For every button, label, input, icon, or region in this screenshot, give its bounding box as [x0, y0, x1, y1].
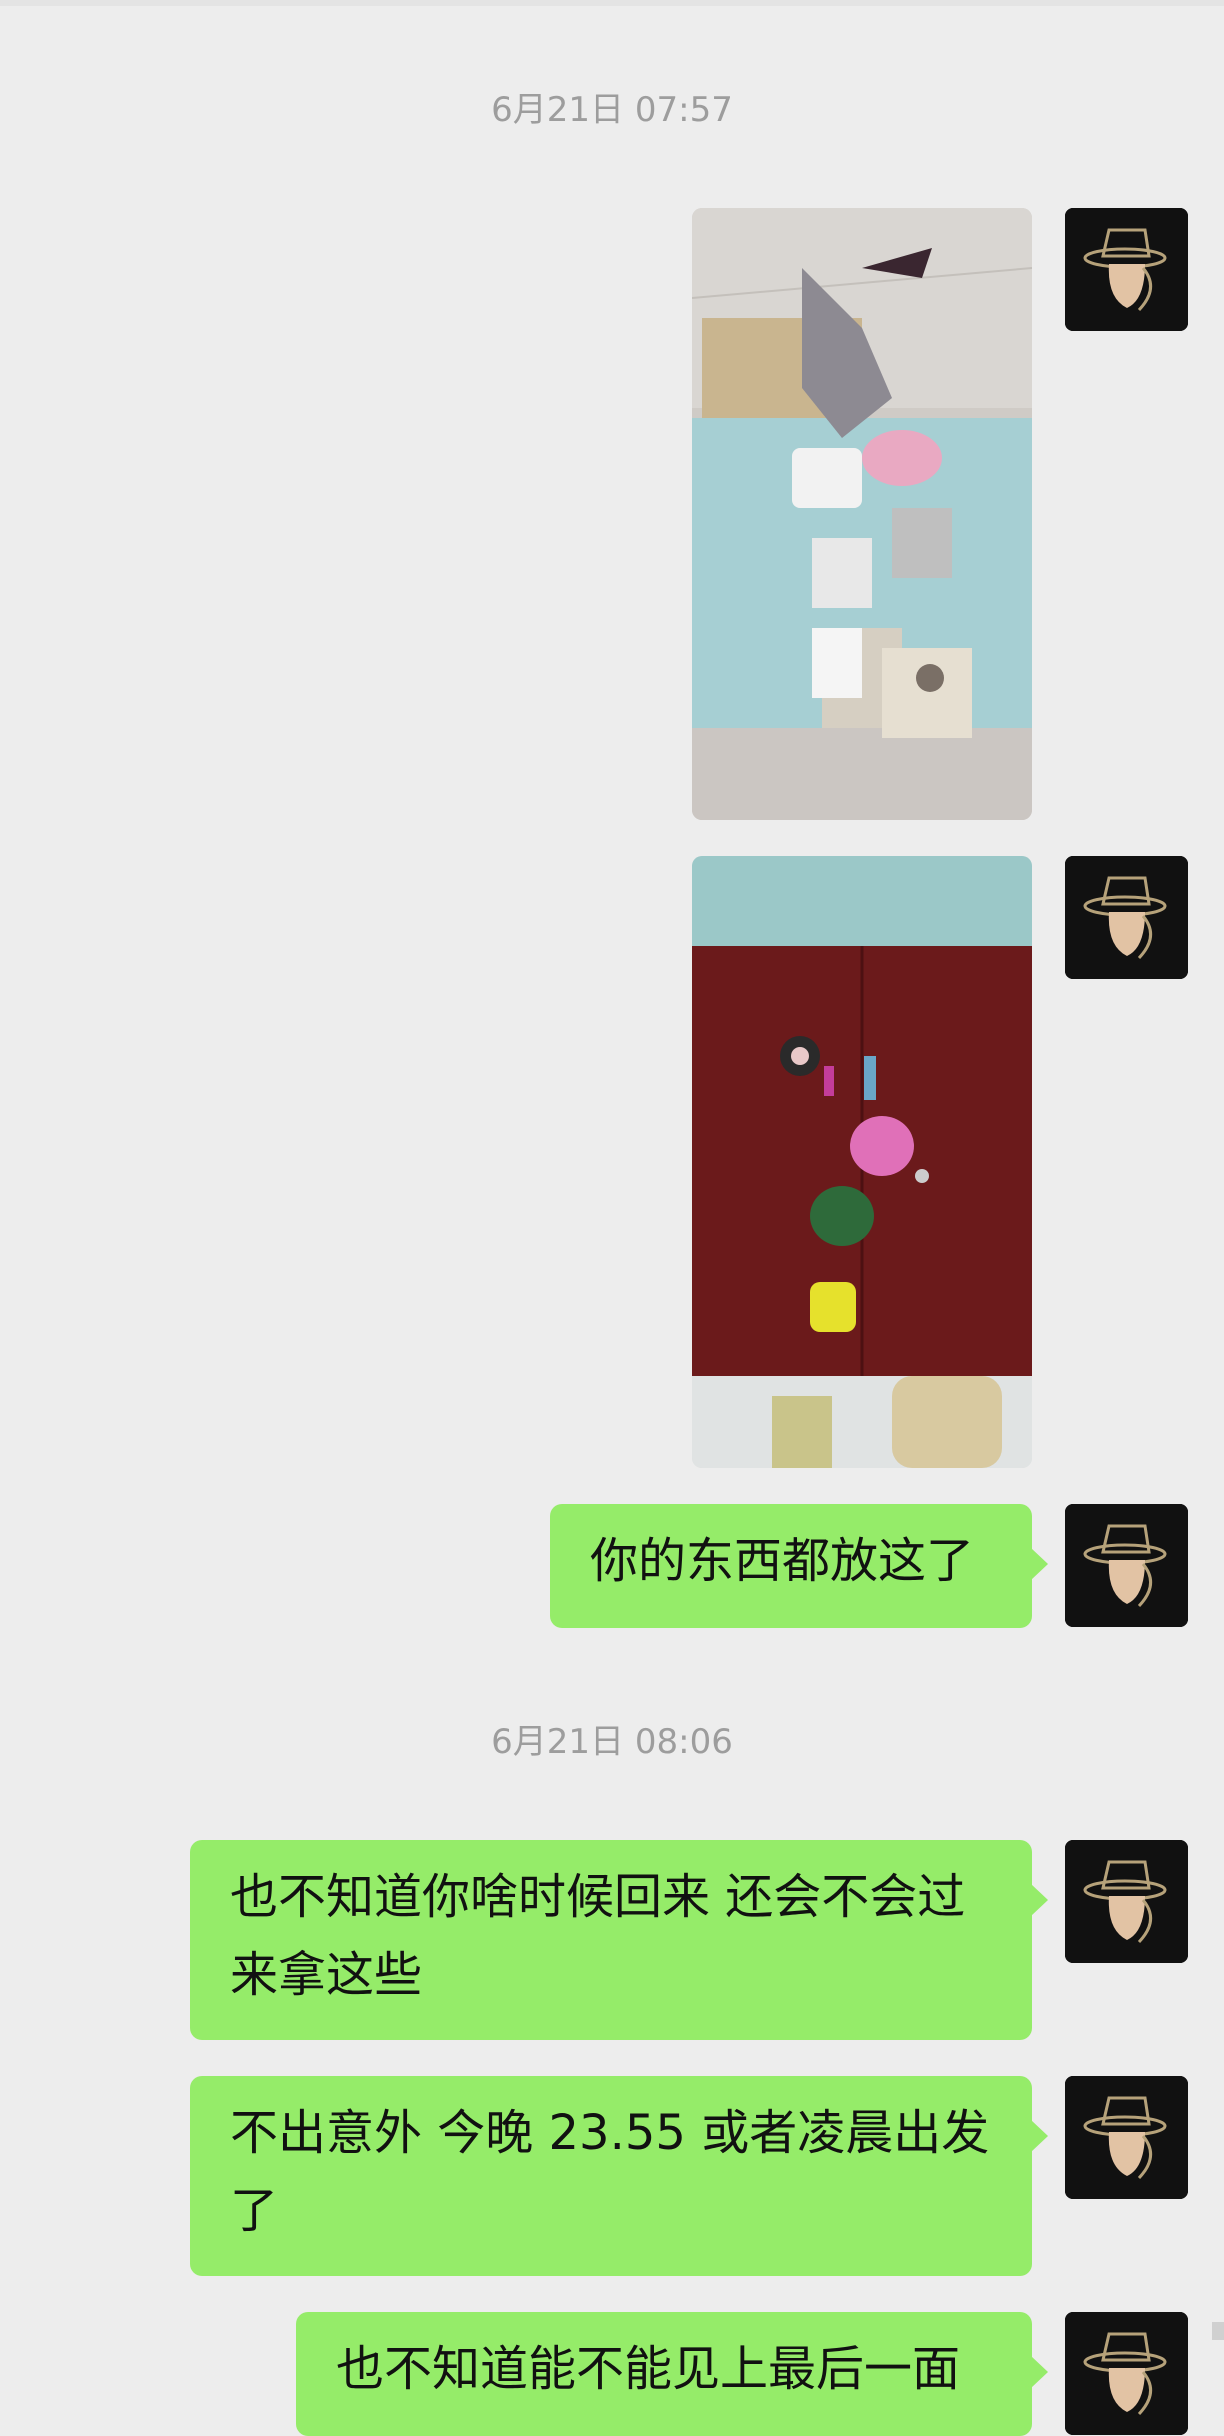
hat-man-avatar-icon: [1065, 1840, 1188, 1963]
avatar[interactable]: [1065, 2312, 1188, 2435]
hat-man-avatar-icon: [1065, 1504, 1188, 1627]
top-divider: [0, 0, 1224, 6]
text-bubble[interactable]: 不出意外 今晚 23.55 或者凌晨出发了: [190, 2076, 1048, 2276]
photo-table-items: [692, 856, 1032, 1468]
text-bubble[interactable]: 也不知道能不能见上最后一面: [296, 2312, 1048, 2436]
avatar[interactable]: [1065, 208, 1188, 331]
message-text: 不出意外 今晚 23.55 或者凌晨出发了: [230, 2105, 990, 2239]
text-bubble[interactable]: 也不知道你啥时候回来 还会不会过来拿这些: [190, 1840, 1048, 2040]
hat-man-avatar-icon: [1065, 2076, 1188, 2199]
message-text: 也不知道你啥时候回来 还会不会过来拿这些: [230, 1869, 966, 2003]
avatar[interactable]: [1065, 856, 1188, 979]
image-message[interactable]: [692, 856, 1032, 1468]
hat-man-avatar-icon: [1065, 208, 1188, 331]
avatar[interactable]: [1065, 1840, 1188, 1963]
scrollbar[interactable]: [1212, 2322, 1224, 2340]
avatar[interactable]: [1065, 1504, 1188, 1627]
hat-man-avatar-icon: [1065, 2312, 1188, 2435]
message-text: 也不知道能不能见上最后一面: [336, 2341, 961, 2397]
timestamp: 6月21日 07:57: [491, 90, 733, 130]
text-bubble[interactable]: 你的东西都放这了: [550, 1504, 1048, 1628]
message-text: 你的东西都放这了: [590, 1533, 975, 1589]
photo-bed-items: [692, 208, 1032, 820]
hat-man-avatar-icon: [1065, 856, 1188, 979]
image-message[interactable]: [692, 208, 1032, 820]
timestamp: 6月21日 08:06: [491, 1722, 733, 1762]
chat-window: 6月21日 07:57 你的东西都放这了 6月21日 08:06 也不知道你啥时…: [0, 0, 1224, 2436]
avatar[interactable]: [1065, 2076, 1188, 2199]
